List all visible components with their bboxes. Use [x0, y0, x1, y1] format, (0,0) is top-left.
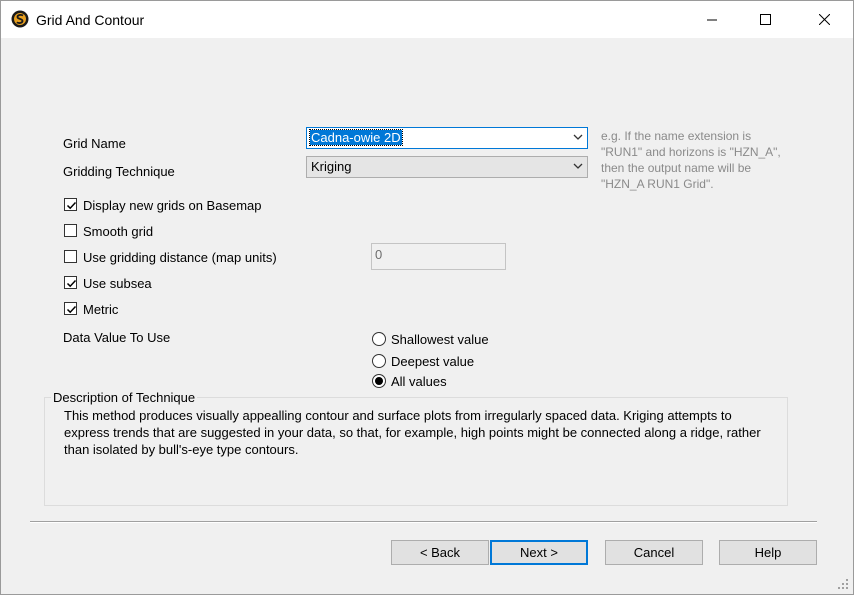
help-button[interactable]: Help [719, 540, 817, 565]
deepest-value-label[interactable]: Deepest value [391, 354, 474, 369]
grid-name-value[interactable]: Cadna-owie 2D [309, 129, 403, 146]
cancel-button[interactable]: Cancel [605, 540, 703, 565]
hint-line: then the output name will be [601, 161, 752, 175]
checkmark-icon [66, 279, 77, 288]
separator [30, 521, 817, 523]
minimize-icon [707, 19, 717, 20]
shallowest-value-label[interactable]: Shallowest value [391, 332, 489, 347]
use-gridding-distance-label[interactable]: Use gridding distance (map units) [83, 250, 277, 265]
radio-dot [375, 377, 383, 385]
gridding-technique-label: Gridding Technique [63, 164, 175, 179]
metric-label[interactable]: Metric [83, 302, 118, 317]
smooth-grid-label[interactable]: Smooth grid [83, 224, 153, 239]
description-title: Description of Technique [51, 390, 198, 405]
deepest-value-radio[interactable] [372, 354, 386, 368]
resize-grip-icon[interactable] [837, 578, 849, 590]
grid-name-label: Grid Name [63, 136, 126, 151]
gridding-distance-value: 0 [375, 247, 383, 262]
use-gridding-distance-checkbox[interactable] [64, 250, 77, 263]
close-button[interactable] [801, 1, 847, 38]
grid-name-combo[interactable]: Cadna-owie 2D [306, 127, 588, 149]
display-on-basemap-label[interactable]: Display new grids on Basemap [83, 198, 261, 213]
window-title: Grid And Contour [36, 12, 145, 28]
hint-line: e.g. If the name extension is [601, 129, 752, 143]
smooth-grid-checkbox[interactable] [64, 224, 77, 237]
chevron-down-icon[interactable] [573, 134, 583, 141]
shallowest-value-radio[interactable] [372, 332, 386, 346]
back-button[interactable]: < Back [391, 540, 489, 565]
naming-hint: e.g. If the name extension is "RUN1" and… [601, 128, 781, 192]
all-values-label[interactable]: All values [391, 374, 447, 389]
display-on-basemap-checkbox[interactable] [64, 198, 77, 211]
minimize-button[interactable] [689, 1, 735, 38]
all-values-radio[interactable] [372, 374, 386, 388]
use-subsea-checkbox[interactable] [64, 276, 77, 289]
hint-line: "RUN1" and horizons is "HZN_A", [601, 145, 781, 159]
close-icon [818, 14, 830, 25]
next-button[interactable]: Next > [490, 540, 588, 565]
hint-line: "HZN_A RUN1 Grid". [601, 177, 714, 191]
checkmark-icon [66, 305, 77, 314]
description-text: This method produces visually appealling… [64, 408, 761, 457]
maximize-button[interactable] [742, 1, 788, 38]
gridding-technique-select[interactable]: Kriging [306, 156, 588, 178]
metric-checkbox[interactable] [64, 302, 77, 315]
gridding-distance-input[interactable]: 0 [371, 243, 506, 270]
checkmark-icon [66, 201, 77, 210]
logo-icon [11, 10, 29, 28]
maximize-icon [759, 14, 771, 25]
gridding-technique-value: Kriging [311, 159, 352, 174]
data-value-label: Data Value To Use [63, 330, 171, 345]
chevron-down-icon[interactable] [573, 163, 583, 170]
title-bar[interactable]: Grid And Contour [1, 1, 853, 38]
use-subsea-label[interactable]: Use subsea [83, 276, 152, 291]
dialog-window: Grid And Contour Grid Name Cadna-owie 2D… [0, 0, 854, 595]
